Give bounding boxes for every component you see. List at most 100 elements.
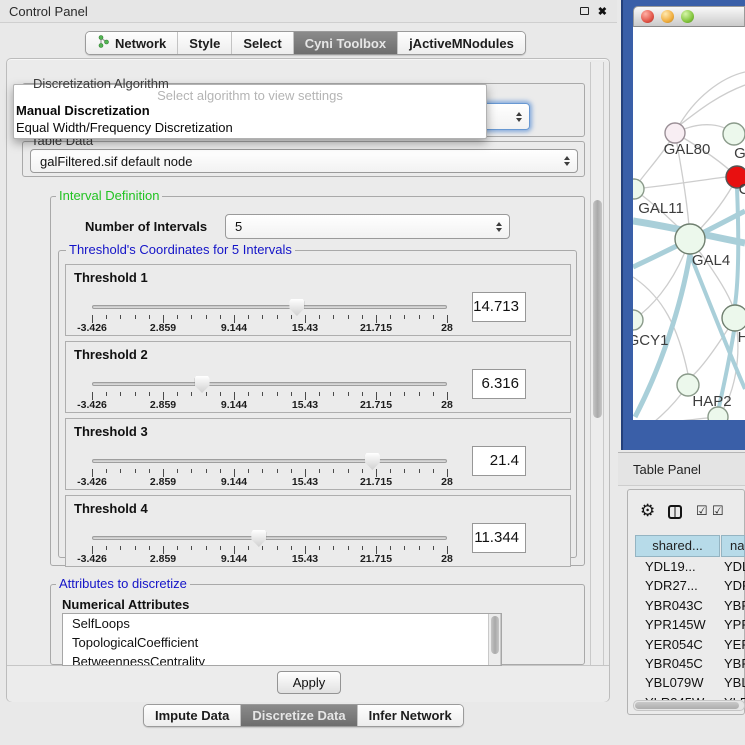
network-view-canvas[interactable]: GAL80GCGAL11GAL4GCY1HHAP2 <box>633 27 745 420</box>
slider-thumb[interactable] <box>289 299 304 316</box>
tick-label: 9.144 <box>211 322 257 334</box>
apply-button[interactable]: Apply <box>277 671 341 694</box>
tab-style[interactable]: Style <box>178 32 232 54</box>
tick-mark <box>419 469 420 473</box>
slider-thumb[interactable] <box>195 376 210 393</box>
popup-item[interactable]: Manual Discretization <box>14 102 486 119</box>
top-tab-bar: Network Style SelectCyni ToolboxjActiveMNo… <box>85 31 526 55</box>
table-row[interactable]: YDL19...YDL1 <box>635 557 745 576</box>
list-item[interactable]: SelfLoops <box>63 614 501 633</box>
float-window-icon[interactable] <box>580 7 589 15</box>
table-row[interactable]: YLR345WYLR3 <box>635 693 745 700</box>
bottom-tab-bar: Impute DataDiscretize Data Infer Network <box>143 704 464 727</box>
node-label: GAL4 <box>692 252 730 269</box>
attributes-list-scrollbar[interactable] <box>488 614 501 665</box>
tab-impute-data[interactable]: Impute Data <box>144 705 241 726</box>
table-row[interactable]: YBL079WYBL0 <box>635 673 745 692</box>
tab-discretize-data[interactable]: Discretize Data <box>241 705 357 726</box>
tick-label: 9.144 <box>211 399 257 411</box>
close-traffic-light-icon[interactable] <box>641 10 654 23</box>
stepper-icon <box>564 156 570 166</box>
threshold-value-field[interactable]: 11.344 <box>472 523 526 553</box>
tick-label: 2.859 <box>140 553 186 565</box>
table-data-combo[interactable]: galFiltered.sif default node <box>30 149 578 173</box>
tick-mark <box>191 469 192 473</box>
main-scrollbar-thumb[interactable] <box>593 200 602 418</box>
slider-track[interactable] <box>92 305 447 309</box>
number-of-intervals-label: Number of Intervals <box>85 219 207 234</box>
tick-label: 21.715 <box>353 553 399 565</box>
table-row[interactable]: YBR045CYBR0 <box>635 654 745 673</box>
network-window-titlebar[interactable] <box>633 6 745 27</box>
table-hscrollbar[interactable] <box>633 700 745 711</box>
list-item[interactable]: TopologicalCoefficient <box>63 633 501 652</box>
table-row[interactable]: YBR043CYBR0 <box>635 596 745 615</box>
table-row[interactable]: YER054CYER0 <box>635 635 745 654</box>
list-item[interactable]: BetweennessCentrality <box>63 652 501 666</box>
close-icon[interactable]: ✖ <box>598 5 607 18</box>
numerical-attributes-label: Numerical Attributes <box>62 597 189 612</box>
tab-network[interactable]: Network <box>86 32 178 54</box>
tick-mark <box>390 469 391 473</box>
tab-jactivemnodules[interactable]: jActiveMNodules <box>398 32 525 54</box>
tick-mark <box>262 469 263 473</box>
tab-cyni-toolbox[interactable]: Cyni Toolbox <box>294 32 398 54</box>
network-edge <box>634 177 726 189</box>
threshold-value-field[interactable]: 14.713 <box>472 292 526 322</box>
node-h[interactable] <box>722 305 745 331</box>
checkbox-icon[interactable]: ☑ <box>712 503 724 519</box>
tick-mark <box>390 546 391 550</box>
slider-track[interactable] <box>92 382 447 386</box>
node-pink[interactable] <box>665 123 685 143</box>
tick-mark <box>177 469 178 473</box>
minimize-traffic-light-icon[interactable] <box>661 10 674 23</box>
tab-select[interactable]: Select <box>232 32 293 54</box>
table-data-combo-value: galFiltered.sif default node <box>40 154 192 169</box>
tick-mark <box>248 315 249 319</box>
number-of-intervals-combo[interactable]: 5 <box>225 214 510 239</box>
slider-track[interactable] <box>92 459 447 463</box>
zoom-traffic-light-icon[interactable] <box>681 10 694 23</box>
table-header-name[interactable]: na <box>721 535 745 557</box>
algorithm-group-title: Discretization Algorithm <box>30 77 172 91</box>
tick-mark <box>390 392 391 396</box>
tab-label: Infer Network <box>369 708 452 723</box>
tick-mark <box>206 469 207 473</box>
cell-name: YDL1 <box>720 557 745 576</box>
columns-icon[interactable] <box>668 505 682 519</box>
tick-mark <box>248 392 249 396</box>
table-hscrollbar-thumb[interactable] <box>635 702 739 709</box>
table-header-shared[interactable]: shared... <box>635 535 720 557</box>
tick-mark <box>277 392 278 396</box>
node-gal4[interactable] <box>675 224 705 254</box>
table-row[interactable]: YPR145WYPR1 <box>635 615 745 634</box>
threshold-value-field[interactable]: 21.4 <box>472 446 526 476</box>
tick-mark <box>220 315 221 319</box>
numerical-attributes-list[interactable]: SelfLoopsTopologicalCoefficientBetweenne… <box>62 613 502 666</box>
tick-label: 28 <box>424 553 470 565</box>
slider-thumb[interactable] <box>251 530 266 547</box>
table-panel-title: Table Panel <box>618 462 701 477</box>
control-panel-titlebar: Control Panel ✖ <box>0 0 617 23</box>
popup-item[interactable]: Equal Width/Frequency Discretization <box>14 119 486 136</box>
tab-infer-network[interactable]: Infer Network <box>358 705 463 726</box>
tick-mark <box>419 315 420 319</box>
tick-mark <box>106 392 107 396</box>
threshold-value-field[interactable]: 6.316 <box>472 369 526 399</box>
main-scrollbar[interactable] <box>590 62 604 699</box>
slider-thumb[interactable] <box>365 453 380 470</box>
tick-mark <box>291 546 292 550</box>
tick-label: 28 <box>424 322 470 334</box>
cell-shared-name: YER054C <box>635 635 720 654</box>
tick-label: 9.144 <box>211 476 257 488</box>
slider-track[interactable] <box>92 536 447 540</box>
tab-label: Style <box>189 36 220 51</box>
attributes-scrollbar-thumb[interactable] <box>491 616 499 654</box>
cell-shared-name: YBL079W <box>635 673 720 692</box>
checkbox-icon[interactable]: ☑ <box>696 503 708 519</box>
node-green-top[interactable] <box>723 123 745 145</box>
gear-icon[interactable]: ⚙ <box>640 501 655 521</box>
table-row[interactable]: YDR27...YDR2 <box>635 576 745 595</box>
tick-mark <box>419 546 420 550</box>
tick-mark <box>149 315 150 319</box>
